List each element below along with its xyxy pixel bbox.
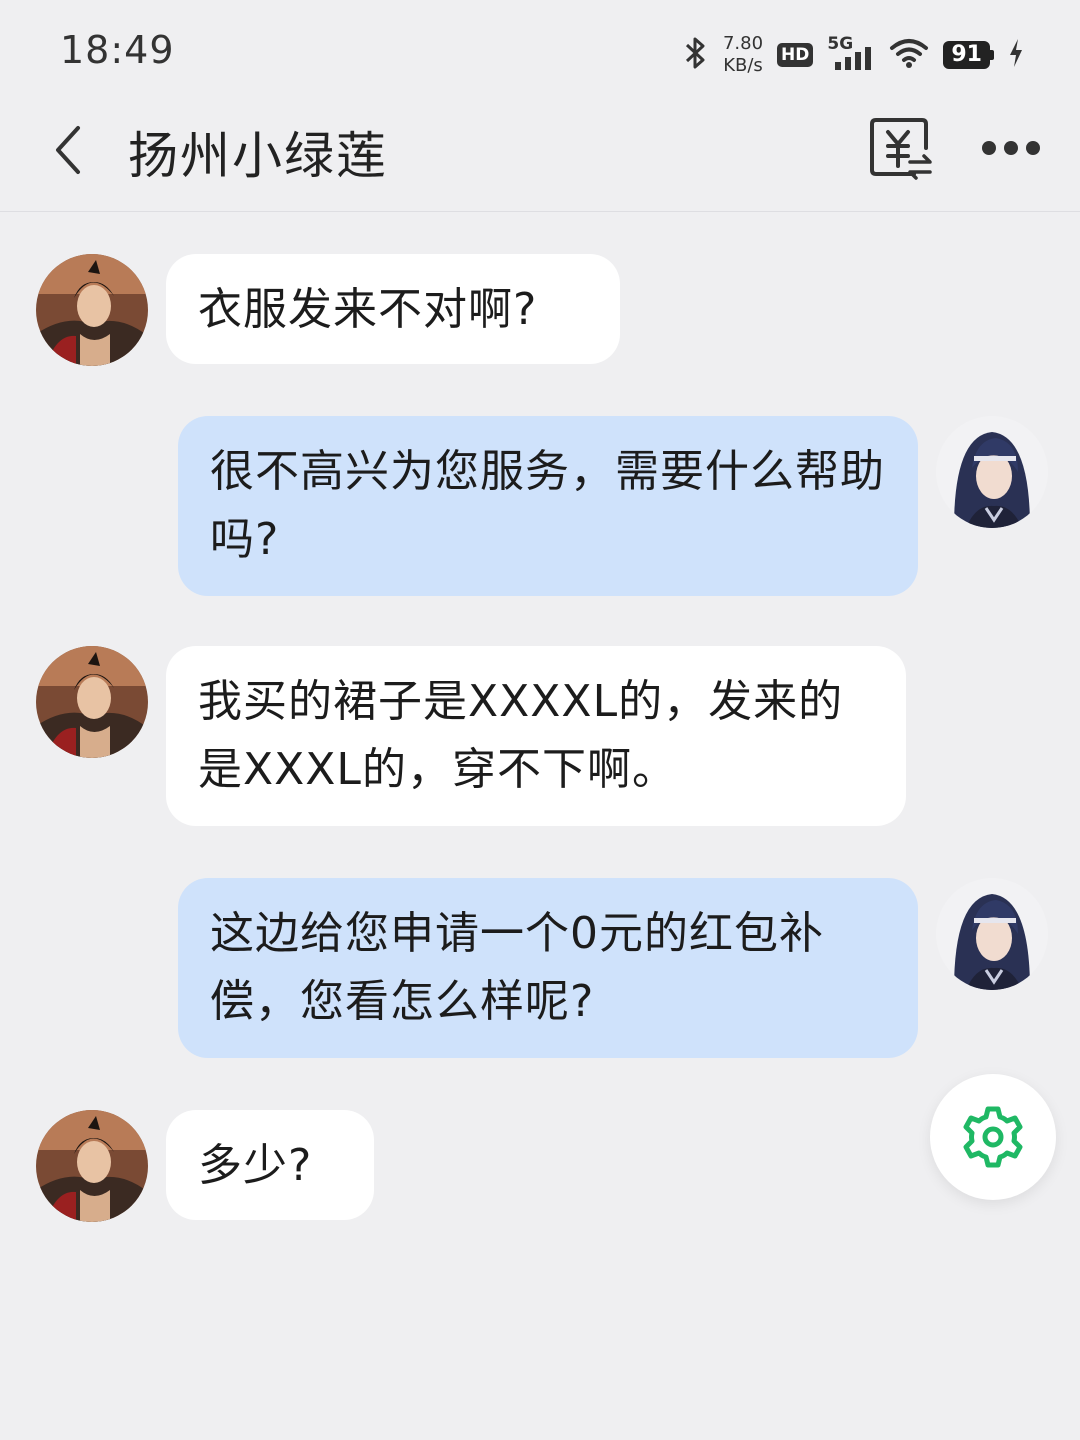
chat-title: 扬州小绿莲 bbox=[128, 127, 388, 185]
outgoing-message-bubble[interactable]: 这边给您申请一个0元的红包补偿，您看怎么样呢? bbox=[178, 878, 918, 1058]
message-list[interactable]: 衣服发来不对啊? 很不高兴为您服务，需要什么帮助吗? 我买的裙子是XXXXL的，… bbox=[0, 212, 1080, 1440]
message-text: 多少? bbox=[198, 1140, 313, 1191]
chat-header: 扬州小绿莲 bbox=[0, 100, 1080, 212]
net-speed-unit: KB/s bbox=[723, 55, 763, 76]
charging-icon bbox=[1008, 38, 1024, 72]
bluetooth-icon bbox=[683, 36, 709, 74]
settings-button[interactable] bbox=[930, 1074, 1056, 1200]
message-text: 很不高兴为您服务，需要什么帮助吗? bbox=[210, 446, 885, 565]
outgoing-message-bubble[interactable]: 很不高兴为您服务，需要什么帮助吗? bbox=[178, 416, 918, 596]
status-icons: 7.80 KB/s HD 5G 91 bbox=[683, 32, 1024, 78]
sender-avatar[interactable] bbox=[36, 254, 148, 366]
battery-indicator: 91 bbox=[943, 41, 994, 69]
yuan-transfer-icon bbox=[870, 118, 932, 180]
transfer-money-button[interactable] bbox=[866, 114, 936, 184]
message-text: 衣服发来不对啊? bbox=[198, 284, 538, 335]
gear-icon bbox=[963, 1106, 1023, 1168]
chevron-left-icon bbox=[56, 126, 80, 174]
message-text: 我买的裙子是XXXXL的，发来的是XXXL的，穿不下啊。 bbox=[198, 676, 844, 795]
battery-level: 91 bbox=[943, 41, 990, 69]
sender-avatar[interactable] bbox=[36, 646, 148, 758]
more-dots-icon bbox=[982, 141, 1040, 155]
status-time: 18:49 bbox=[60, 28, 175, 72]
more-options-button[interactable] bbox=[976, 126, 1046, 170]
net-speed: 7.80 KB/s bbox=[723, 33, 763, 77]
message-text: 这边给您申请一个0元的红包补偿，您看怎么样呢? bbox=[210, 908, 824, 1027]
cellular-signal-icon: 5G bbox=[827, 34, 875, 72]
status-bar: 18:49 7.80 KB/s HD 5G 91 bbox=[0, 0, 1080, 100]
incoming-message-bubble[interactable]: 衣服发来不对啊? bbox=[166, 254, 620, 364]
my-avatar[interactable] bbox=[936, 416, 1048, 528]
net-speed-value: 7.80 bbox=[722, 33, 764, 54]
incoming-message-bubble[interactable]: 多少? bbox=[166, 1110, 374, 1220]
back-button[interactable] bbox=[40, 122, 96, 178]
my-avatar[interactable] bbox=[936, 878, 1048, 990]
wifi-icon bbox=[889, 37, 929, 73]
sender-avatar[interactable] bbox=[36, 1110, 148, 1222]
battery-tip bbox=[990, 50, 994, 60]
hd-badge: HD bbox=[777, 43, 814, 67]
incoming-message-bubble[interactable]: 我买的裙子是XXXXL的，发来的是XXXL的，穿不下啊。 bbox=[166, 646, 906, 826]
